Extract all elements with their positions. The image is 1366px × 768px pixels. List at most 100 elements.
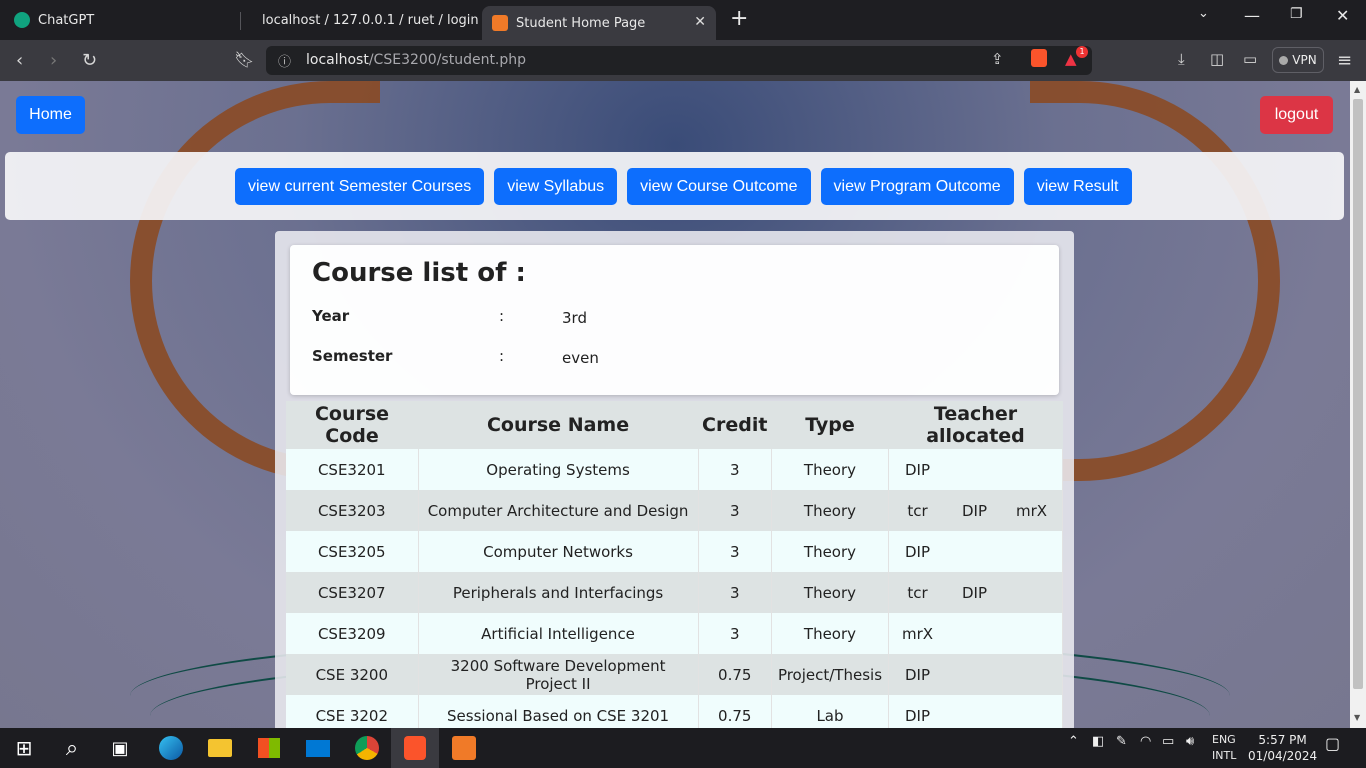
cell-code: CSE3203 [286, 490, 419, 531]
table-row: CSE3201 Operating Systems 3 Theory DIP [286, 449, 1063, 490]
cell-type: Theory [771, 449, 890, 490]
pen-icon[interactable]: ✎ [1116, 734, 1127, 749]
clock-time: 5:57 PM [1258, 733, 1307, 747]
cell-code: CSE3201 [286, 449, 419, 490]
cell-code: CSE3207 [286, 572, 419, 613]
scroll-thumb[interactable] [1353, 99, 1363, 689]
student-home-page: Home logout view current Semester Course… [0, 81, 1350, 728]
cell-code: CSE 3202 [286, 695, 419, 728]
bookmark-icon[interactable]: 🔖︎ [234, 50, 254, 69]
xampp-icon[interactable] [450, 734, 478, 762]
cell-type: Project/Thesis [771, 654, 890, 695]
reload-icon[interactable]: ↻ [82, 50, 97, 71]
menu-icon[interactable]: ≡ [1337, 50, 1352, 71]
clock-date: 01/04/2024 [1248, 749, 1318, 763]
share-icon[interactable]: ⇪ [991, 50, 1004, 68]
xampp-icon [492, 15, 508, 31]
back-icon[interactable]: ‹ [16, 50, 23, 71]
cell-name: Operating Systems [418, 449, 699, 490]
table-row: CSE3203 Computer Architecture and Design 3… [286, 490, 1063, 531]
teacher-name: DIP [962, 583, 988, 602]
brave-shields-icon[interactable] [1031, 49, 1047, 67]
close-tab-icon[interactable]: ✕ [694, 14, 706, 30]
course-table: Course Code Course Name Credit Type Teac… [286, 401, 1063, 728]
tab-chatgpt[interactable]: ChatGPT [4, 6, 240, 34]
tab-search-chevron-icon[interactable]: ⌄ [1198, 6, 1209, 21]
cell-code: CSE 3200 [286, 654, 419, 695]
table-header-row: Course Code Course Name Credit Type Teac… [286, 401, 1063, 449]
wifi-icon[interactable]: ◠ [1140, 734, 1151, 749]
logout-button[interactable]: logout [1260, 96, 1333, 134]
semester-value: even [562, 349, 599, 367]
course-list-title: Course list of : [312, 258, 526, 288]
windows-start-icon[interactable]: ⊞ [10, 734, 38, 762]
file-explorer-icon[interactable] [206, 734, 234, 762]
table-row: CSE3207 Peripherals and Interfacings 3 Theo… [286, 572, 1063, 613]
mail-icon[interactable] [304, 734, 332, 762]
windows-taskbar: ⊞ ⌕ ▣ ⌃ ◧ ✎ ◠ ▭ 🔊︎ ENG INTL 5:57 PM 01/0… [0, 728, 1366, 768]
course-content-panel: Course list of : Year : 3rd Semester : e… [275, 231, 1074, 728]
site-info-icon[interactable]: ⓘ [278, 51, 291, 70]
page-scrollbar[interactable]: ▲ ▼ [1350, 81, 1366, 728]
cell-type: Theory [771, 572, 890, 613]
volume-icon[interactable]: 🔊︎ [1186, 734, 1194, 749]
meet-now-icon[interactable]: ◧ [1092, 734, 1104, 749]
close-window-icon[interactable]: ✕ [1336, 6, 1349, 25]
header-course-name: Course Name [418, 401, 699, 449]
download-icon[interactable]: ⤓ [1178, 50, 1185, 68]
edge-icon[interactable] [157, 734, 185, 762]
vpn-status-icon [1279, 55, 1289, 65]
tab-phpmyadmin[interactable]: localhost / 127.0.0.1 / ruet / login | p [244, 6, 480, 34]
table-row: CSE 3202 Sessional Based on CSE 3201 0.75 L… [286, 695, 1063, 728]
battery-icon[interactable]: ▭ [1162, 734, 1174, 749]
header-course-code: Course Code [286, 401, 419, 449]
home-button[interactable]: Home [16, 96, 85, 134]
rewards-badge: 1 [1076, 46, 1088, 58]
teacher-name: mrX [901, 624, 934, 643]
cell-teachers: tcr DIP [888, 572, 1063, 613]
teacher-name: DIP [962, 501, 988, 520]
tab-student-home[interactable]: Student Home Page ✕ [482, 6, 716, 40]
microsoft-store-icon[interactable] [255, 734, 283, 762]
vpn-button[interactable]: VPN [1272, 47, 1324, 73]
brave-rewards-icon[interactable]: ▲ [1065, 50, 1077, 68]
tab-title: localhost / 127.0.0.1 / ruet / login | p [262, 12, 480, 28]
chrome-icon[interactable] [353, 734, 381, 762]
view-syllabus-button[interactable]: view Syllabus [494, 168, 618, 205]
scroll-up-icon[interactable]: ▲ [1354, 85, 1360, 94]
new-tab-icon[interactable]: + [730, 6, 748, 31]
scroll-down-icon[interactable]: ▼ [1354, 713, 1360, 722]
wallet-icon[interactable]: ▭ [1243, 50, 1257, 68]
view-program-outcome-button[interactable]: view Program Outcome [820, 168, 1014, 205]
cell-credit: 3 [698, 449, 772, 490]
address-bar[interactable]: ⓘ localhost/CSE3200/student.php ⇪ ▲ 1 [266, 46, 1092, 75]
sidebar-icon[interactable]: ◫ [1210, 50, 1224, 68]
cell-type: Lab [771, 695, 890, 728]
teacher-name: tcr [907, 583, 928, 602]
cell-teachers: mrX [888, 613, 1063, 654]
notifications-icon[interactable]: ▢ [1325, 734, 1340, 753]
cell-code: CSE3209 [286, 613, 419, 654]
system-clock[interactable]: 5:57 PM 01/04/2024 [1248, 732, 1317, 764]
teacher-name: DIP [905, 665, 931, 684]
task-view-icon[interactable]: ▣ [106, 734, 134, 762]
cell-teachers: DIP [888, 531, 1063, 572]
search-icon[interactable]: ⌕ [58, 734, 86, 762]
view-result-button[interactable]: view Result [1023, 168, 1132, 205]
restore-icon[interactable]: ❐ [1290, 6, 1303, 22]
year-label: Year [312, 307, 350, 325]
teacher-name: DIP [905, 460, 931, 479]
minimize-icon[interactable]: — [1244, 6, 1260, 25]
browser-tab-bar: ChatGPT localhost / 127.0.0.1 / ruet / l… [0, 0, 1366, 40]
cell-credit: 3 [698, 613, 772, 654]
nav-panel: view current Semester Courses view Sylla… [5, 152, 1344, 220]
lang-code: ENG [1212, 733, 1236, 746]
show-hidden-icons-icon[interactable]: ⌃ [1068, 734, 1079, 749]
forward-icon[interactable]: › [50, 50, 57, 71]
table-row: CSE3205 Computer Networks 3 Theory DIP [286, 531, 1063, 572]
language-indicator[interactable]: ENG INTL [1212, 732, 1236, 764]
brave-icon[interactable] [401, 734, 429, 762]
view-current-semester-courses-button[interactable]: view current Semester Courses [235, 168, 485, 205]
view-course-outcome-button[interactable]: view Course Outcome [627, 168, 811, 205]
cell-credit: 0.75 [698, 654, 772, 695]
